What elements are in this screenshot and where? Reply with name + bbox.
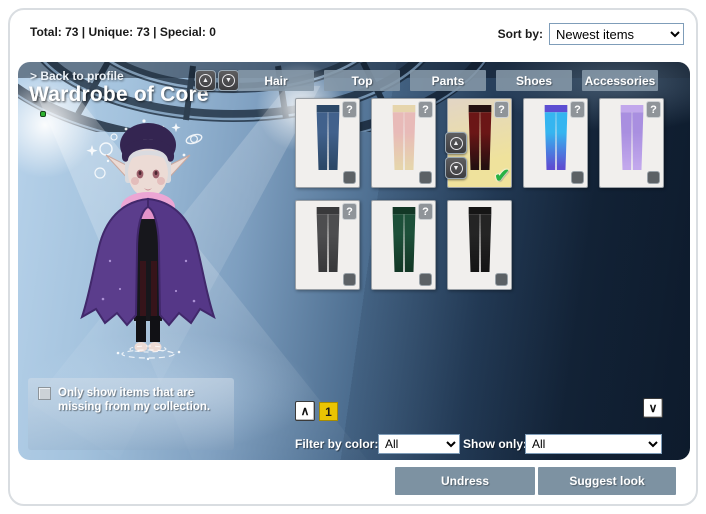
back-to-profile-link[interactable]: > Back to profile (30, 69, 124, 83)
circled-up-arrow-icon: ▲ (199, 74, 212, 87)
circled-down-arrow-icon: ▼ (449, 161, 463, 175)
wardrobe-item-card[interactable]: ? ✔ ▲ ▼ (371, 98, 436, 188)
item-help-button[interactable]: ? (342, 203, 357, 220)
wardrobe-item-card[interactable]: ? ✔ ▲ ▼ (523, 98, 588, 188)
collection-stats: Total: 73 | Unique: 73 | Special: 0 (30, 25, 216, 39)
missing-items-panel: Only show items that are missing from my… (28, 378, 234, 450)
online-status-dot (40, 111, 46, 117)
tab-top[interactable]: Top (324, 70, 400, 91)
wardrobe-item-card[interactable]: ? ✔ ▲ ▼ (371, 200, 436, 290)
layer-up-button[interactable]: ▲ (445, 132, 467, 154)
item-help-button[interactable]: ? (570, 101, 585, 118)
page-up-icon: ∧ (300, 404, 310, 418)
item-own-indicator[interactable] (343, 273, 356, 286)
sort-select[interactable]: Newest items (549, 23, 684, 45)
item-own-indicator[interactable] (419, 171, 432, 184)
tab-accessories[interactable]: Accessories (582, 70, 658, 91)
item-help-button[interactable]: ? (342, 101, 357, 118)
item-own-indicator[interactable] (419, 273, 432, 286)
wardrobe-page: Total: 73 | Unique: 73 | Special: 0 Sort… (0, 0, 706, 514)
undress-button[interactable]: Undress (395, 467, 535, 495)
wardrobe-item-card[interactable]: ? ✔ ▲ ▼ (447, 200, 512, 290)
page-down-icon: ∨ (648, 401, 658, 415)
wardrobe-item-card[interactable]: ? ✔ ▲ ▼ (295, 98, 360, 188)
item-own-indicator[interactable] (495, 273, 508, 286)
layer-down-button[interactable]: ▼ (445, 157, 467, 179)
tab-hair[interactable]: Hair (238, 70, 314, 91)
item-own-indicator[interactable] (343, 171, 356, 184)
wardrobe-item-card[interactable]: ? ✔ ▲ ▼ (295, 200, 360, 290)
wardrobe-title: Wardrobe of Core (29, 83, 209, 106)
circled-up-arrow-icon: ▲ (449, 136, 463, 150)
suggest-look-button[interactable]: Suggest look (538, 467, 676, 495)
show-only-label: Show only: (463, 437, 527, 451)
wardrobe-item-card[interactable]: ? ✔ ▲ ▼ (445, 98, 512, 188)
pants-thumbnail (468, 207, 492, 272)
item-selected-check-icon: ✔ (494, 166, 510, 187)
sort-label: Sort by: (497, 27, 543, 41)
avatar-zoom-out-button[interactable]: ▼ (218, 70, 239, 91)
item-help-button[interactable]: ? (418, 203, 433, 220)
current-page-indicator[interactable]: 1 (319, 402, 338, 421)
tab-pants[interactable]: Pants (410, 70, 486, 91)
page-down-button[interactable]: ∨ (643, 398, 663, 418)
sort-control: Sort by: Newest items (498, 23, 684, 45)
avatar-zoom-in-button[interactable]: ▲ (195, 70, 216, 91)
wardrobe-stage-panel: > Back to profile Wardrobe of Core ▲ ▼ H… (18, 62, 690, 460)
wardrobe-item-card[interactable]: ? ✔ ▲ ▼ (599, 98, 664, 188)
page-up-button[interactable]: ∧ (295, 401, 315, 421)
tab-shoes[interactable]: Shoes (496, 70, 572, 91)
filter-by-color-label: Filter by color: (295, 437, 379, 451)
circled-down-arrow-icon: ▼ (222, 74, 235, 87)
missing-items-checkbox[interactable] (38, 387, 51, 400)
item-layer-controls: ▲ ▼ (445, 132, 467, 179)
missing-items-label: Only show items that are missing from my… (58, 387, 211, 414)
item-own-indicator[interactable] (647, 171, 660, 184)
item-help-button[interactable]: ? (494, 101, 509, 118)
filter-by-color-select[interactable]: All (378, 434, 460, 454)
item-help-button[interactable]: ? (646, 101, 661, 118)
show-only-select[interactable]: All (525, 434, 662, 454)
item-own-indicator[interactable] (571, 171, 584, 184)
item-help-button[interactable]: ? (418, 101, 433, 118)
avatar (80, 119, 216, 361)
